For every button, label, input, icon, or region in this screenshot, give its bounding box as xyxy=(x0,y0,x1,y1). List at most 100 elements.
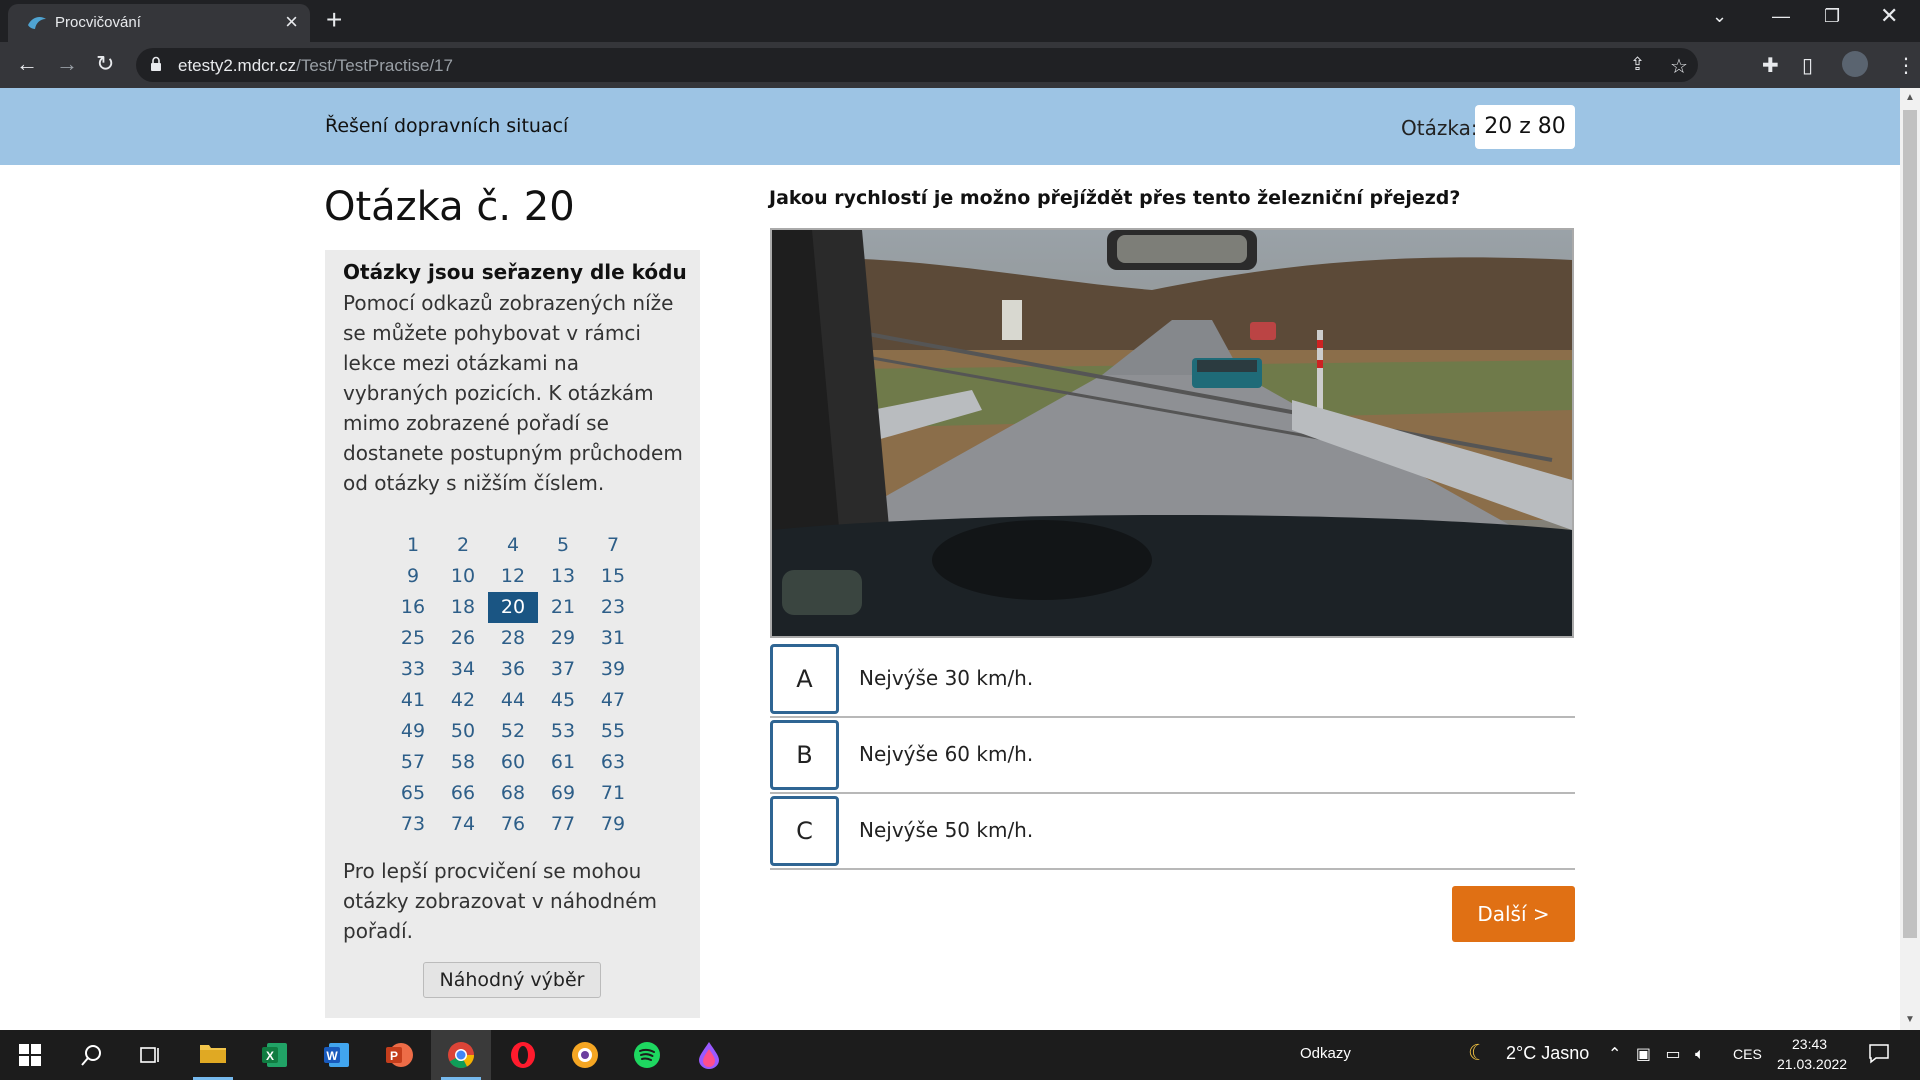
question-link[interactable]: 49 xyxy=(388,716,438,747)
back-icon[interactable]: ← xyxy=(16,51,38,77)
question-link[interactable]: 21 xyxy=(538,592,588,623)
question-link[interactable]: 34 xyxy=(438,654,488,685)
chevron-up-icon[interactable]: ⌃ xyxy=(1608,1046,1621,1063)
question-link[interactable]: 68 xyxy=(488,778,538,809)
question-link[interactable]: 52 xyxy=(488,716,538,747)
question-link[interactable]: 63 xyxy=(588,747,638,778)
question-link[interactable]: 26 xyxy=(438,623,488,654)
taskbar-links-toolbar[interactable]: Odkazy xyxy=(1300,1045,1351,1062)
menu-icon[interactable]: ⋮ xyxy=(1896,53,1916,78)
scroll-down-icon[interactable]: ▼ xyxy=(1905,1014,1915,1025)
question-link[interactable]: 5 xyxy=(538,530,588,561)
network-icon[interactable]: ▣ xyxy=(1636,1046,1651,1063)
question-link[interactable]: 36 xyxy=(488,654,538,685)
restore-icon[interactable]: ❐ xyxy=(1824,6,1840,27)
tab-close-icon[interactable]: × xyxy=(285,9,298,35)
page-scrollbar[interactable]: ▲ ▼ xyxy=(1900,88,1920,1030)
question-link[interactable]: 18 xyxy=(438,592,488,623)
question-link[interactable]: 74 xyxy=(438,809,488,840)
tab-search-icon[interactable]: ⌄ xyxy=(1712,6,1727,27)
taskbar-spotify[interactable] xyxy=(617,1030,677,1080)
question-link[interactable]: 15 xyxy=(588,561,638,592)
question-link[interactable]: 37 xyxy=(538,654,588,685)
question-link-current[interactable]: 20 xyxy=(488,592,538,623)
scroll-up-icon[interactable]: ▲ xyxy=(1905,92,1915,103)
answer-option-a[interactable]: A Nejvýše 30 km/h. xyxy=(770,644,1575,718)
question-link[interactable]: 44 xyxy=(488,685,538,716)
start-button[interactable] xyxy=(0,1030,60,1080)
question-link[interactable]: 1 xyxy=(388,530,438,561)
question-link[interactable]: 77 xyxy=(538,809,588,840)
question-link[interactable]: 45 xyxy=(538,685,588,716)
search-button[interactable] xyxy=(60,1030,120,1080)
question-link[interactable]: 53 xyxy=(538,716,588,747)
question-link[interactable]: 9 xyxy=(388,561,438,592)
forward-icon[interactable]: → xyxy=(56,51,78,77)
input-language[interactable]: CES xyxy=(1733,1046,1762,1062)
question-link[interactable]: 73 xyxy=(388,809,438,840)
question-link[interactable]: 47 xyxy=(588,685,638,716)
question-link[interactable]: 65 xyxy=(388,778,438,809)
question-link[interactable]: 31 xyxy=(588,623,638,654)
question-link[interactable]: 66 xyxy=(438,778,488,809)
question-link[interactable]: 4 xyxy=(488,530,538,561)
clock-date[interactable]: 21.03.2022 xyxy=(1777,1056,1847,1072)
question-link[interactable]: 41 xyxy=(388,685,438,716)
close-window-icon[interactable]: ✕ xyxy=(1880,3,1898,29)
question-link[interactable]: 23 xyxy=(588,592,638,623)
taskbar-avast-browser[interactable] xyxy=(555,1030,615,1080)
question-link[interactable]: 39 xyxy=(588,654,638,685)
notification-center-icon[interactable] xyxy=(1868,1042,1890,1064)
question-link[interactable]: 13 xyxy=(538,561,588,592)
task-view-button[interactable] xyxy=(120,1030,180,1080)
question-link[interactable]: 25 xyxy=(388,623,438,654)
question-link[interactable]: 33 xyxy=(388,654,438,685)
question-link[interactable]: 7 xyxy=(588,530,638,561)
volume-icon[interactable]: 🔈︎ xyxy=(1695,1046,1705,1063)
bookmark-star-icon[interactable]: ☆ xyxy=(1670,54,1688,79)
question-link[interactable]: 60 xyxy=(488,747,538,778)
answer-letter[interactable]: B xyxy=(770,720,839,790)
question-link[interactable]: 10 xyxy=(438,561,488,592)
question-link[interactable]: 58 xyxy=(438,747,488,778)
taskbar-chrome[interactable] xyxy=(431,1030,491,1080)
weather-widget[interactable]: 2°C Jasno xyxy=(1506,1043,1589,1064)
taskbar-opera[interactable] xyxy=(493,1030,553,1080)
question-link[interactable]: 79 xyxy=(588,809,638,840)
question-link[interactable]: 28 xyxy=(488,623,538,654)
question-link[interactable]: 29 xyxy=(538,623,588,654)
reload-icon[interactable]: ↻ xyxy=(96,51,114,77)
browser-tab[interactable]: Procvičování × xyxy=(8,4,310,42)
random-selection-button[interactable]: Náhodný výběr xyxy=(423,962,601,998)
profile-avatar[interactable] xyxy=(1842,51,1868,77)
system-tray[interactable]: ⌃ ▣ ▭ 🔈︎ xyxy=(1608,1044,1705,1064)
answer-option-c[interactable]: C Nejvýše 50 km/h. xyxy=(770,796,1575,870)
answer-letter[interactable]: A xyxy=(770,644,839,714)
taskbar-word[interactable]: W xyxy=(307,1030,367,1080)
scroll-thumb[interactable] xyxy=(1903,110,1917,938)
question-link[interactable]: 2 xyxy=(438,530,488,561)
share-icon[interactable]: ⇪ xyxy=(1630,54,1645,75)
question-link[interactable]: 57 xyxy=(388,747,438,778)
address-bar[interactable]: etesty2.mdcr.cz/Test/TestPractise/17 ☆ ⇪ xyxy=(136,48,1698,82)
next-button[interactable]: Další > xyxy=(1452,886,1575,942)
taskbar-powerpoint[interactable]: P xyxy=(369,1030,429,1080)
question-link[interactable]: 50 xyxy=(438,716,488,747)
question-link[interactable]: 55 xyxy=(588,716,638,747)
answer-letter[interactable]: C xyxy=(770,796,839,866)
question-link[interactable]: 71 xyxy=(588,778,638,809)
question-link[interactable]: 12 xyxy=(488,561,538,592)
question-link[interactable]: 42 xyxy=(438,685,488,716)
extensions-icon[interactable]: ✚ xyxy=(1762,53,1779,78)
question-link[interactable]: 61 xyxy=(538,747,588,778)
question-link[interactable]: 76 xyxy=(488,809,538,840)
taskbar-paint-app[interactable] xyxy=(679,1030,739,1080)
minimize-icon[interactable]: — xyxy=(1772,6,1790,27)
battery-icon[interactable]: ▭ xyxy=(1665,1046,1680,1063)
question-link[interactable]: 69 xyxy=(538,778,588,809)
question-link[interactable]: 16 xyxy=(388,592,438,623)
side-panel-icon[interactable]: ▯ xyxy=(1802,53,1813,78)
taskbar-excel[interactable]: X xyxy=(245,1030,305,1080)
new-tab-icon[interactable]: + xyxy=(326,6,342,34)
taskbar-file-explorer[interactable] xyxy=(183,1030,243,1080)
